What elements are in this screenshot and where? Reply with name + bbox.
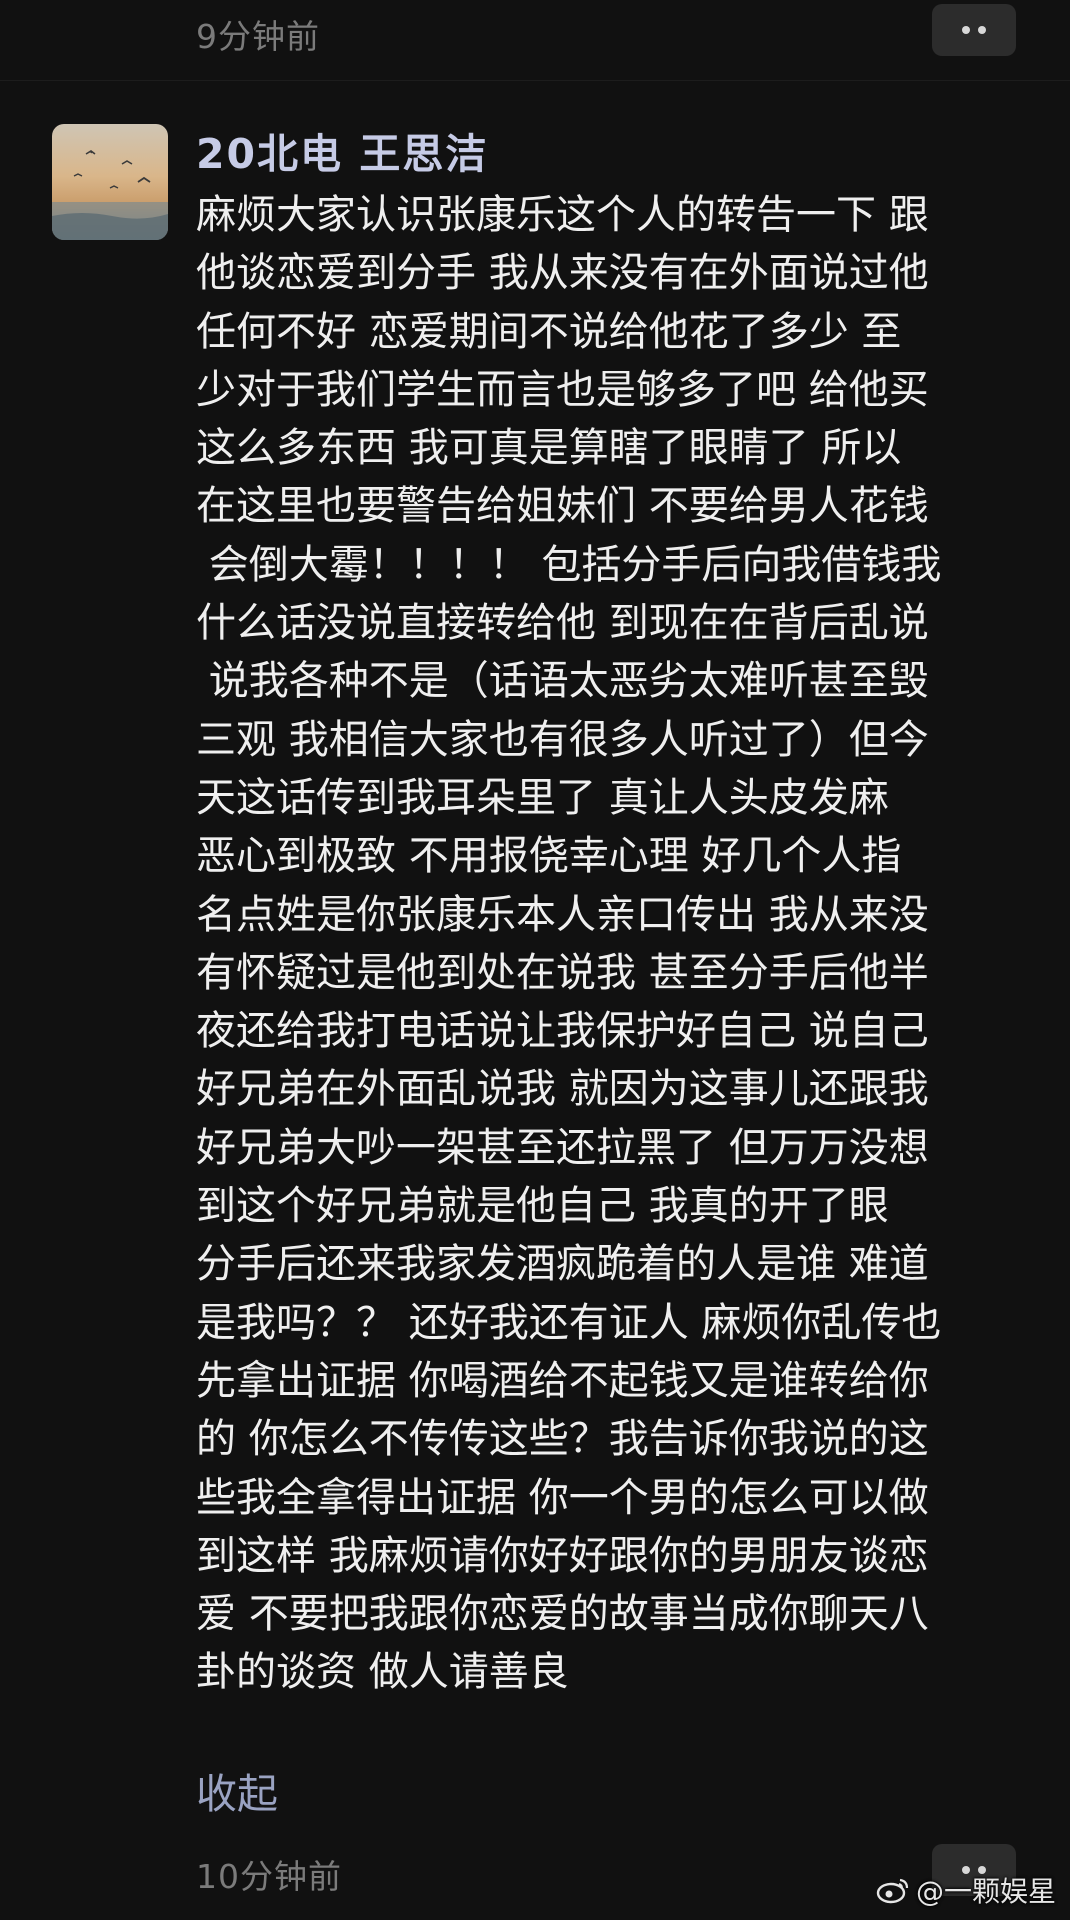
comment-text-line: 会倒大霉！！！！ 包括分手后向我借钱我: [196, 541, 942, 588]
comment-text-line: 分手后还来我家发酒疯跪着的人是谁 难道: [196, 1241, 929, 1288]
weibo-logo-icon: [876, 1878, 909, 1904]
comment-text-line: 什么话没说直接转给他 到现在在背后乱说: [196, 600, 929, 647]
comment-text-line: 名点姓是你张康乐本人亲口传出 我从来没: [196, 891, 929, 938]
comment-text-line: 好兄弟大吵一架甚至还拉黑了 但万万没想: [196, 1124, 929, 1171]
comment-text-line: 任何不好 恋爱期间不说给他花了多少 至: [196, 308, 902, 355]
avatar-image: [52, 124, 168, 240]
ellipsis-icon: [962, 26, 970, 34]
comment-text-line: 爱 不要把我跟你恋爱的故事当成你聊天八: [196, 1591, 929, 1638]
watermark: @一颗娱星: [876, 1870, 1056, 1910]
watermark-text: @一颗娱星: [915, 1875, 1056, 1908]
comment-text-line: 到这样 我麻烦请你好好跟你的男朋友谈恋: [196, 1532, 929, 1579]
comment-text-line: 夜还给我打电话说让我保护好自己 说自己: [196, 1008, 929, 1055]
comment-text-line: 这么多东西 我可真是算瞎了眼睛了 所以: [196, 425, 902, 472]
more-options-button[interactable]: [932, 4, 1016, 56]
comment-text-line: 少对于我们学生而言也是够多了吧 给他买: [196, 366, 929, 413]
comment-text-line: 他谈恋爱到分手 我从来没有在外面说过他: [196, 250, 929, 297]
comment-text-line: 天这话传到我耳朵里了 真让人头皮发麻: [196, 774, 889, 821]
comment-text-line: 三观 我相信大家也有很多人听过了）但今: [196, 716, 929, 763]
comment-text-line: 卦的谈资 做人请善良: [196, 1649, 569, 1696]
username[interactable]: 20北电 王思洁: [196, 120, 488, 180]
timestamp: 10分钟前: [196, 1857, 342, 1896]
comment-text-line: 说我各种不是（话语太恶劣太难听甚至毁: [196, 658, 929, 705]
comment-text-line: 的 你怎么不传传这些？我告诉你我说的这: [196, 1416, 929, 1463]
comment-text-line: 在这里也要警告给姐妹们 不要给男人花钱: [196, 483, 929, 530]
comment-text-line: 到这个好兄弟就是他自己 我真的开了眼: [196, 1183, 889, 1230]
ellipsis-icon: [978, 26, 986, 34]
previous-comment-meta: 9分钟前: [0, 0, 1070, 81]
sunset-seagulls-avatar[interactable]: [52, 124, 168, 240]
comment-text-line: 有怀疑过是他到处在说我 甚至分手后他半: [196, 949, 929, 996]
comment-text: 麻烦大家认识张康乐这个人的转告一下 跟 他谈恋爱到分手 我从来没有在外面说过他 …: [196, 186, 1026, 1702]
collapse-link[interactable]: 收起: [196, 1760, 278, 1820]
comment-text-line: 是我吗？？ 还好我还有证人 麻烦你乱传也: [196, 1299, 942, 1346]
comment-text-line: 些我全拿得出证据 你一个男的怎么可以做: [196, 1474, 929, 1521]
comment-text-line: 好兄弟在外面乱说我 就因为这事儿还跟我: [196, 1066, 929, 1113]
comment-text-line: 先拿出证据 你喝酒给不起钱又是谁转给你: [196, 1357, 929, 1404]
comment-text-line: 恶心到极致 不用报侥幸心理 好几个人指: [196, 833, 902, 880]
comment-text-line: 麻烦大家认识张康乐这个人的转告一下 跟: [196, 192, 929, 238]
timestamp: 9分钟前: [196, 17, 320, 56]
